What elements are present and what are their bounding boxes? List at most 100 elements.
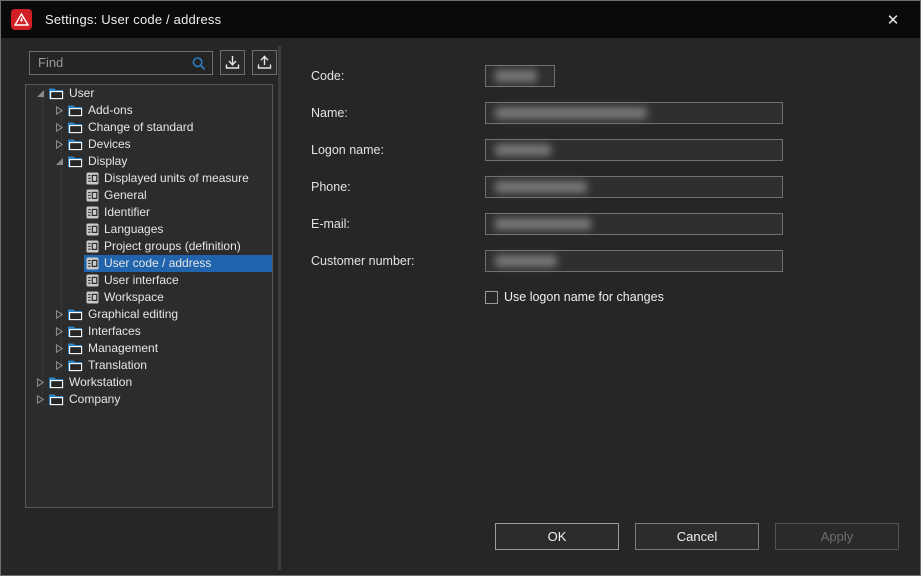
tree-item-interfaces[interactable]: Interfaces [26, 323, 272, 340]
settings-page-icon [86, 257, 99, 270]
folder-icon [67, 359, 83, 372]
tree-item-body[interactable]: Display [65, 153, 272, 170]
tree-item-body[interactable]: Devices [65, 136, 272, 153]
tree-item-languages[interactable]: Languages [26, 221, 272, 238]
expander-placeholder [72, 173, 84, 185]
tree-item-body[interactable]: Languages [84, 221, 272, 238]
settings-page-icon [86, 240, 99, 253]
settings-dialog: Settings: User code / address ✕ [0, 0, 921, 576]
settings-page-icon [86, 274, 99, 287]
find-input[interactable] [30, 52, 212, 74]
customer-number-row: Customer number: [311, 250, 900, 272]
expander-placeholder [72, 275, 84, 287]
tree-item-management[interactable]: Management [26, 340, 272, 357]
tree-item-devices[interactable]: Devices [26, 136, 272, 153]
tree-item-body[interactable]: Company [46, 391, 272, 408]
tree-item-general[interactable]: General [26, 187, 272, 204]
tree-item-label: User [69, 85, 94, 102]
tree-item-body[interactable]: Graphical editing [65, 306, 272, 323]
search-icon[interactable] [191, 56, 207, 77]
tree-expander[interactable] [53, 326, 65, 338]
tree-item-body[interactable]: Add-ons [65, 102, 272, 119]
tree-item-company[interactable]: Company [26, 391, 272, 408]
import-settings-button[interactable] [220, 50, 245, 75]
tree-expander[interactable] [53, 343, 65, 355]
tree-item-body[interactable]: Displayed units of measure [84, 170, 272, 187]
tree-expander[interactable] [53, 139, 65, 151]
tree-item-workspace[interactable]: Workspace [26, 289, 272, 306]
tree-expander[interactable] [53, 309, 65, 321]
use-logon-name-checkbox[interactable] [485, 291, 498, 304]
tree-expander[interactable] [53, 360, 65, 372]
tree-item-body[interactable]: Identifier [84, 204, 272, 221]
folder-icon [48, 376, 64, 389]
tree-item-project-groups-definition[interactable]: Project groups (definition) [26, 238, 272, 255]
tree-item-body[interactable]: User [46, 85, 272, 102]
tree-item-display[interactable]: Display [26, 153, 272, 170]
expander-placeholder [72, 224, 84, 236]
collapsed-triangle-icon [55, 140, 64, 149]
tree-item-label: Identifier [104, 204, 150, 221]
use-logon-name-row: Use logon name for changes [485, 290, 900, 304]
tree-item-add-ons[interactable]: Add-ons [26, 102, 272, 119]
code-field[interactable] [485, 65, 555, 87]
tree-item-displayed-units-of-measure[interactable]: Displayed units of measure [26, 170, 272, 187]
tree-item-body[interactable]: User interface [84, 272, 272, 289]
tree-item-label: Translation [88, 357, 147, 374]
settings-page-icon [86, 172, 99, 185]
settings-page-icon [86, 257, 99, 270]
tree-expander[interactable] [34, 394, 46, 406]
tree-item-label: Display [88, 153, 127, 170]
collapsed-triangle-icon [55, 310, 64, 319]
phone-field[interactable] [485, 176, 783, 198]
tree-item-body[interactable]: Project groups (definition) [84, 238, 272, 255]
tree-item-label: Change of standard [88, 119, 193, 136]
settings-page-icon [86, 274, 99, 287]
tree-item-graphical-editing[interactable]: Graphical editing [26, 306, 272, 323]
export-settings-button[interactable] [252, 50, 277, 75]
tree-item-user-code-address[interactable]: User code / address [26, 255, 272, 272]
tree-item-user-interface[interactable]: User interface [26, 272, 272, 289]
e-mail-field[interactable] [485, 213, 783, 235]
panel-splitter[interactable] [278, 46, 281, 570]
expander-placeholder [72, 190, 84, 202]
tree-item-body[interactable]: Translation [65, 357, 272, 374]
settings-page-icon [86, 240, 99, 253]
tree-item-translation[interactable]: Translation [26, 357, 272, 374]
settings-page-icon [86, 291, 99, 304]
customer-number-field[interactable] [485, 250, 783, 272]
tree-item-body[interactable]: Change of standard [65, 119, 272, 136]
folder-icon [67, 138, 83, 151]
settings-page-icon [86, 172, 99, 185]
tree-item-body[interactable]: Management [65, 340, 272, 357]
logon-name-field[interactable] [485, 139, 783, 161]
tree-expander[interactable] [53, 105, 65, 117]
ok-button[interactable]: OK [495, 523, 619, 550]
collapsed-triangle-icon [36, 395, 45, 404]
tree-expander[interactable] [53, 122, 65, 134]
name-field[interactable] [485, 102, 783, 124]
tree-item-change-of-standard[interactable]: Change of standard [26, 119, 272, 136]
tree-item-body-selected[interactable]: User code / address [84, 255, 272, 272]
folder-icon [67, 121, 83, 134]
tree-item-body[interactable]: Interfaces [65, 323, 272, 340]
name-label: Name: [311, 106, 485, 120]
tree-expander[interactable] [34, 377, 46, 389]
close-icon[interactable]: ✕ [876, 1, 910, 38]
folder-icon [48, 393, 64, 406]
tree-expander[interactable] [53, 156, 65, 168]
tree-item-label: User code / address [104, 255, 211, 272]
tree-item-workstation[interactable]: Workstation [26, 374, 272, 391]
tree-item-identifier[interactable]: Identifier [26, 204, 272, 221]
tree-item-body[interactable]: Workstation [46, 374, 272, 391]
cancel-button[interactable]: Cancel [635, 523, 759, 550]
tree-item-body[interactable]: Workspace [84, 289, 272, 306]
logon-name-row: Logon name: [311, 139, 900, 161]
redacted-value [495, 218, 591, 230]
dialog-buttons: OKCancelApply [495, 523, 899, 550]
export-icon [257, 55, 272, 70]
tree-item-user[interactable]: User [26, 85, 272, 102]
tree-item-body[interactable]: General [84, 187, 272, 204]
settings-tree-panel: User Add-ons Change of standard Devices … [1, 38, 278, 575]
tree-expander[interactable] [34, 88, 46, 100]
